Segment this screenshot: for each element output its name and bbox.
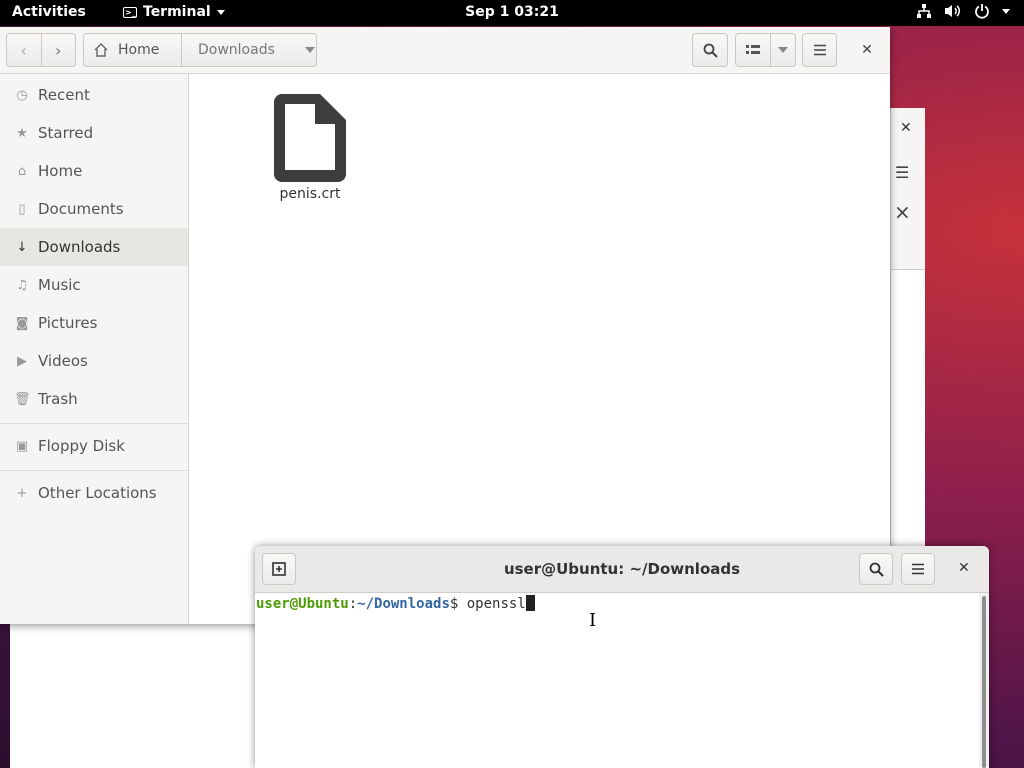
document-icon: ▯: [18, 201, 26, 217]
close-window-button[interactable]: ✕: [958, 560, 970, 576]
trash-icon: 🗑: [14, 391, 31, 407]
power-icon: [975, 4, 989, 19]
close-window-button[interactable]: ✕: [856, 39, 878, 61]
terminal-output[interactable]: user@Ubuntu:~/Downloads$ openssl: [255, 593, 979, 768]
scrollbar-thumb[interactable]: [982, 596, 986, 768]
background-window-area: [10, 624, 260, 768]
path-downloads-button[interactable]: Downloads: [182, 34, 316, 66]
chevron-down-icon: [304, 47, 315, 53]
sidebar-item-music[interactable]: ♫ Music: [0, 266, 188, 304]
sidebar-item-floppy-disk[interactable]: ▣ Floppy Disk: [0, 427, 188, 465]
view-menu-button[interactable]: [771, 34, 795, 66]
sidebar-item-pictures[interactable]: ◙ Pictures: [0, 304, 188, 342]
sidebar-item-videos[interactable]: ▶ Videos: [0, 342, 188, 380]
file-view: penis.crt: [189, 74, 890, 624]
clock-icon: ◷: [16, 87, 28, 103]
file-icon: [274, 94, 346, 182]
sidebar-item-label: Music: [38, 276, 81, 294]
close-icon[interactable]: ✕: [900, 120, 912, 136]
system-menu[interactable]: [916, 3, 1010, 19]
menu-icon: [813, 44, 826, 56]
background-window: ✕ ☰ ×: [890, 108, 925, 548]
network-icon: [917, 4, 931, 18]
sidebar-item-starred[interactable]: ★ Starred: [0, 114, 188, 152]
prompt-user: user@Ubuntu: [256, 596, 349, 612]
terminal-scrollbar[interactable]: [979, 593, 989, 768]
sidebar-item-label: Downloads: [38, 238, 121, 256]
chevron-down-icon: [1002, 8, 1010, 14]
sidebar-item-label: Other Locations: [38, 484, 157, 502]
main-menu-button[interactable]: [802, 33, 837, 67]
camera-icon: ◙: [15, 315, 29, 331]
path-current-label: Downloads: [198, 42, 275, 58]
floppy-icon: ▣: [15, 438, 29, 454]
sidebar-item-label: Starred: [38, 124, 94, 142]
sidebar-item-label: Pictures: [38, 314, 98, 332]
terminal-window: user@Ubuntu: ~/Downloads ✕ user@Ubuntu:~…: [255, 546, 989, 768]
background-window-header: ✕ ☰ ×: [891, 108, 925, 270]
prompt-path: ~/Downloads: [357, 596, 450, 612]
clock[interactable]: Sep 1 03:21: [0, 4, 1024, 20]
download-icon: ↓: [16, 239, 28, 255]
files-headerbar: ‹ › Home Downloads ✕: [0, 27, 890, 74]
list-view-icon: [746, 45, 760, 54]
command-text: openssl: [466, 596, 526, 612]
menu-icon: [912, 563, 924, 575]
close-icon[interactable]: ×: [894, 200, 911, 224]
plus-icon: +: [16, 485, 28, 501]
sidebar-item-label: Home: [38, 162, 83, 180]
search-icon: [869, 562, 884, 577]
sidebar-item-documents[interactable]: ▯ Documents: [0, 190, 188, 228]
sidebar-item-label: Recent: [38, 86, 90, 104]
sidebar-separator: [0, 470, 188, 471]
music-icon: ♫: [16, 277, 28, 293]
sidebar-item-recent[interactable]: ◷ Recent: [0, 76, 188, 114]
home-icon: [94, 43, 108, 57]
path-bar: Home Downloads: [83, 33, 317, 67]
top-bar: Activities >_ Terminal Sep 1 03:21: [0, 0, 1024, 26]
sidebar-item-label: Documents: [38, 200, 124, 218]
path-home-button[interactable]: Home: [84, 34, 182, 66]
volume-icon: [945, 5, 960, 17]
chevron-down-icon: [778, 47, 788, 53]
sidebar-item-label: Floppy Disk: [38, 437, 125, 455]
search-button[interactable]: [859, 553, 893, 585]
prompt-line: user@Ubuntu:~/Downloads$ openssl: [256, 595, 535, 612]
navigation-buttons: ‹ ›: [6, 33, 76, 67]
menu-icon[interactable]: ☰: [895, 163, 909, 182]
places-sidebar: ◷ Recent ★ Starred ⌂ Home ▯ Documents ↓ …: [0, 74, 189, 624]
terminal-headerbar: user@Ubuntu: ~/Downloads ✕: [255, 546, 989, 593]
text-cursor: [525, 595, 535, 611]
files-window: ‹ › Home Downloads ✕ ◷ Recent ★ Starred …: [0, 27, 890, 624]
prompt-separator: :: [348, 596, 358, 612]
home-icon: ⌂: [17, 163, 27, 179]
search-icon: [703, 43, 718, 58]
star-icon: ★: [16, 125, 28, 141]
file-name: penis.crt: [279, 186, 341, 202]
terminal-menu-button[interactable]: [901, 553, 935, 585]
sidebar-item-other-locations[interactable]: + Other Locations: [0, 474, 188, 512]
prompt-symbol: $: [449, 596, 467, 612]
sidebar-item-label: Videos: [38, 352, 88, 370]
view-options: [735, 33, 796, 67]
view-toggle-button[interactable]: [736, 34, 771, 66]
sidebar-item-label: Trash: [38, 390, 78, 408]
forward-button[interactable]: ›: [40, 34, 76, 66]
sidebar-separator: [0, 423, 188, 424]
search-button[interactable]: [692, 33, 728, 67]
mouse-ibeam-cursor: I: [589, 610, 597, 631]
sidebar-item-downloads[interactable]: ↓ Downloads: [0, 228, 188, 266]
video-icon: ▶: [17, 353, 27, 369]
file-item[interactable]: penis.crt: [269, 92, 351, 202]
sidebar-item-home[interactable]: ⌂ Home: [0, 152, 188, 190]
path-home-label: Home: [118, 42, 160, 58]
sidebar-item-trash[interactable]: 🗑 Trash: [0, 380, 188, 418]
back-button[interactable]: ‹: [7, 34, 41, 66]
